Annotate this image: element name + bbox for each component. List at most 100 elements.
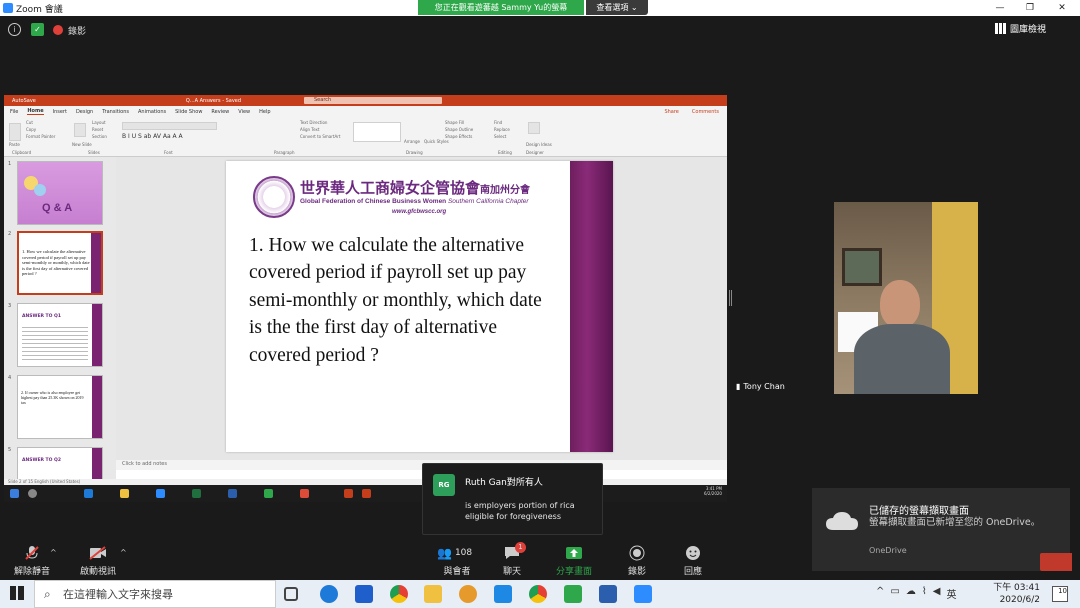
thumb-number: 5: [8, 447, 12, 453]
ribbon-item[interactable]: Text Direction: [300, 120, 327, 125]
reactions-button[interactable]: 回應: [684, 545, 702, 577]
grid-icon: [995, 23, 1006, 34]
thumb-text: 1. How we calculate the alternative cove…: [22, 249, 90, 276]
ribbon-item[interactable]: Copy: [26, 127, 36, 132]
app-icon[interactable]: [459, 585, 477, 603]
ribbon-item[interactable]: Reset: [92, 127, 103, 132]
file-explorer-icon[interactable]: [424, 585, 442, 603]
design-ideas-icon[interactable]: [528, 122, 540, 134]
record-button[interactable]: 錄影: [628, 545, 646, 577]
org-name-chinese: 世界華人工商婦女企管協會南加州分會: [300, 177, 530, 198]
video-options-caret-icon[interactable]: ^: [120, 548, 127, 557]
slide-thumbnail-3[interactable]: ANSWER TO Q1: [17, 303, 103, 367]
ribbon-item[interactable]: Paste: [9, 142, 20, 147]
close-button[interactable]: ✕: [1047, 0, 1077, 16]
unmute-button[interactable]: 解除靜音: [14, 545, 50, 577]
font-format-buttons[interactable]: B I U S ab AV Aa A A: [122, 133, 252, 141]
participants-count: 108: [454, 548, 473, 558]
ppt-tab[interactable]: Animations: [138, 109, 166, 115]
maximize-button[interactable]: ❐: [1015, 0, 1045, 16]
slide-thumbnail-5[interactable]: ANSWER TO Q2: [17, 447, 103, 479]
start-icon: [10, 489, 19, 498]
ppt-tab[interactable]: View: [238, 109, 250, 115]
zoom-app-icon[interactable]: [634, 585, 652, 603]
ppt-tab[interactable]: Insert: [53, 109, 67, 115]
app-icon: [264, 489, 273, 498]
ime-indicator[interactable]: 英: [946, 586, 956, 601]
balloon-icon: [34, 184, 46, 196]
shapes-gallery[interactable]: [353, 122, 401, 142]
hidden-panel-tab[interactable]: [1040, 553, 1072, 571]
ribbon-item[interactable]: Format Painter: [26, 134, 55, 139]
chat-button[interactable]: 1 聊天: [503, 542, 526, 577]
task-view-icon[interactable]: [284, 587, 298, 601]
ribbon-item[interactable]: Cut: [26, 120, 33, 125]
notification-center-icon[interactable]: 10: [1052, 586, 1068, 602]
new-slide-icon[interactable]: [74, 123, 86, 137]
network-icon[interactable]: ▭: [890, 586, 899, 601]
ppt-comments-button[interactable]: Comments: [692, 109, 719, 115]
ribbon-item[interactable]: Quick Styles: [424, 139, 449, 144]
onedrive-tray-icon[interactable]: ☁: [906, 586, 916, 601]
ppt-tab[interactable]: Slide Show: [175, 109, 202, 115]
ppt-tab-home[interactable]: Home: [27, 108, 44, 115]
participants-button[interactable]: 👥 108 與會者: [437, 545, 477, 577]
ribbon-item[interactable]: Design Ideas: [526, 142, 552, 147]
audio-options-caret-icon[interactable]: ^: [50, 548, 57, 557]
chat-notification-popup[interactable]: RG Ruth Gan對所有人 is employers portion of …: [422, 463, 603, 535]
volume-icon[interactable]: ◀: [933, 586, 941, 601]
system-clock[interactable]: 下午 03:41 2020/6/2: [992, 582, 1040, 606]
ppt-tab[interactable]: Transitions: [102, 109, 129, 115]
ribbon-item[interactable]: Select: [494, 134, 506, 139]
minimize-button[interactable]: —: [985, 0, 1015, 16]
info-icon[interactable]: i: [8, 23, 21, 36]
onedrive-toast-notification[interactable]: 已儲存的螢幕擷取畫面 螢幕擷取畫面已新增至您的 OneDrive。 OneDri…: [812, 488, 1070, 571]
slide-thumbnail-2-selected[interactable]: 1. How we calculate the alternative cove…: [17, 231, 103, 295]
current-slide[interactable]: 世界華人工商婦女企管協會南加州分會 Global Federation of C…: [226, 161, 613, 452]
splitter-handle[interactable]: [729, 290, 732, 306]
paste-icon[interactable]: [9, 123, 21, 141]
ribbon-item[interactable]: Shape Outline: [445, 127, 473, 132]
font-name-box[interactable]: [122, 122, 217, 130]
slide-thumbnail-4[interactable]: 2. If owner who is also employee get hig…: [17, 375, 103, 439]
ppt-tab[interactable]: Help: [259, 109, 270, 115]
ppt-tab[interactable]: Review: [211, 109, 229, 115]
chrome-icon[interactable]: [529, 585, 547, 603]
ribbon-item[interactable]: Arrange: [404, 139, 420, 144]
ribbon-item[interactable]: Layout: [92, 120, 106, 125]
slide-thumbnail-1[interactable]: Q & A: [17, 161, 103, 225]
ribbon-item[interactable]: Replace: [494, 127, 510, 132]
participants-label: 與會者: [443, 567, 471, 577]
org-name-english: Global Federation of Chinese Business Wo…: [300, 198, 529, 205]
ribbon-item[interactable]: Convert to SmartArt: [300, 134, 340, 139]
ribbon-item[interactable]: New Slide: [72, 142, 92, 147]
tray-expand-icon[interactable]: ^: [876, 586, 884, 601]
participant-video[interactable]: [834, 202, 978, 394]
ppt-search-box[interactable]: Search: [304, 97, 442, 104]
ribbon-item[interactable]: Align Text: [300, 127, 319, 132]
edge-icon[interactable]: [320, 585, 338, 603]
autosave-label[interactable]: AutoSave: [12, 98, 36, 104]
gallery-view-button[interactable]: 圖庫檢視: [995, 22, 1046, 35]
line-app-icon[interactable]: [564, 585, 582, 603]
ribbon-item[interactable]: Shape Fill: [445, 120, 464, 125]
windows-search-box[interactable]: 在這裡輸入文字來搜尋: [34, 580, 276, 608]
word-icon[interactable]: [599, 585, 617, 603]
app-u-icon[interactable]: [494, 585, 512, 603]
ppt-ribbon: Paste Cut Copy Format Painter New Slide …: [4, 117, 727, 157]
wifi-icon[interactable]: ⌇: [922, 586, 927, 601]
share-screen-button[interactable]: 分享畫面: [556, 545, 592, 577]
ie-icon[interactable]: [355, 585, 373, 603]
ribbon-item[interactable]: Find: [494, 120, 502, 125]
ppt-share-button[interactable]: Share: [664, 109, 678, 115]
google-icon[interactable]: [390, 585, 408, 603]
ppt-tab[interactable]: Design: [76, 109, 93, 115]
view-options-button[interactable]: 查看選項 ⌄: [586, 0, 648, 15]
ribbon-item[interactable]: Shape Effects: [445, 134, 472, 139]
ribbon-item[interactable]: Section: [92, 134, 107, 139]
encryption-shield-icon[interactable]: ✓: [31, 23, 44, 36]
onedrive-cloud-icon: [826, 512, 858, 530]
start-video-button[interactable]: 啟動視訊: [80, 545, 116, 577]
ppt-tab[interactable]: File: [10, 109, 18, 115]
windows-start-icon[interactable]: [10, 586, 24, 600]
